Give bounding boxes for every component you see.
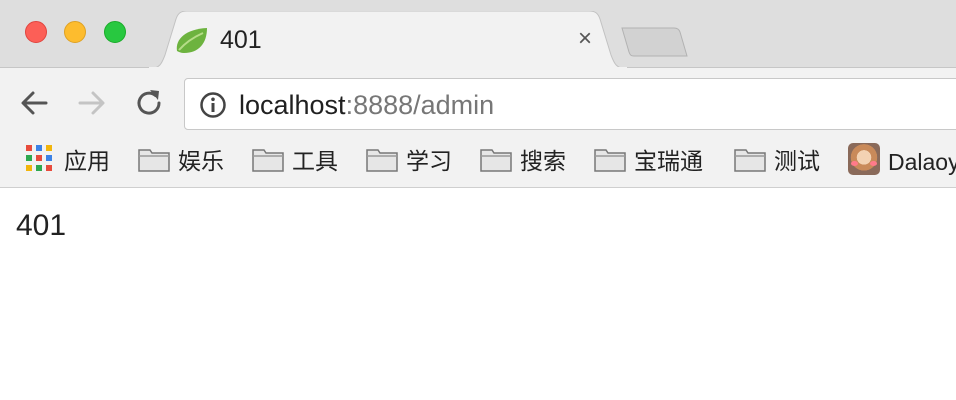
toolbar: localhost:8888/admin — [0, 68, 956, 140]
bookmark-label: 搜索 — [520, 149, 566, 175]
bookmark-label: 宝瑞通 — [634, 149, 703, 175]
avatar-icon — [848, 143, 880, 175]
info-icon[interactable] — [199, 91, 227, 119]
folder-icon — [594, 149, 626, 172]
close-window-button[interactable] — [25, 21, 47, 43]
folder-icon — [480, 149, 512, 172]
address-bar[interactable]: localhost:8888/admin — [184, 78, 956, 130]
folder-icon — [252, 149, 284, 172]
minimize-window-button[interactable] — [64, 21, 86, 43]
back-arrow-icon[interactable] — [18, 86, 52, 120]
bookmark-folder-entertainment[interactable]: 娱乐 — [136, 140, 236, 184]
bookmark-apps[interactable]: 应用 — [0, 140, 118, 184]
page-body-text: 401 — [16, 209, 67, 242]
zoom-window-button[interactable] — [104, 21, 126, 43]
spring-leaf-icon — [176, 28, 207, 53]
bookmark-folder-study[interactable]: 学习 — [364, 140, 464, 184]
bookmark-folder-baoruitong[interactable]: 宝瑞通 — [592, 140, 718, 184]
forward-arrow-icon[interactable] — [74, 86, 108, 120]
tab-close-icon[interactable]: × — [572, 26, 598, 52]
bookmark-folder-tools[interactable]: 工具 — [250, 140, 350, 184]
bookmark-label: Dalaoy — [888, 149, 956, 175]
reload-icon[interactable] — [132, 86, 166, 120]
folder-icon — [138, 149, 170, 172]
bookmark-label: 学习 — [406, 149, 452, 175]
tab-title: 401 — [220, 26, 262, 54]
url-path: :8888/admin — [345, 90, 495, 120]
bookmark-label: 测试 — [774, 149, 820, 175]
bookmark-label: 娱乐 — [178, 149, 224, 175]
bookmark-label: 工具 — [292, 149, 338, 175]
url-text[interactable]: localhost:8888/admin — [239, 90, 494, 120]
bookmarks-bar: 应用 娱乐 工具 学习 搜索 宝瑞通 测试 Dalaoy — [0, 140, 956, 188]
bookmark-dalaoy[interactable]: Dalaoy — [840, 140, 956, 184]
bookmark-folder-search[interactable]: 搜索 — [478, 140, 578, 184]
new-tab-button[interactable] — [620, 24, 690, 60]
url-host: localhost — [239, 90, 346, 120]
folder-icon — [366, 149, 398, 172]
bookmark-folder-test[interactable]: 测试 — [732, 140, 832, 184]
apps-grid-icon — [26, 145, 53, 172]
folder-icon — [734, 149, 766, 172]
bookmark-label: 应用 — [64, 149, 110, 175]
tab-strip: 401 × — [0, 0, 956, 69]
tab-active[interactable]: 401 × — [148, 11, 628, 69]
